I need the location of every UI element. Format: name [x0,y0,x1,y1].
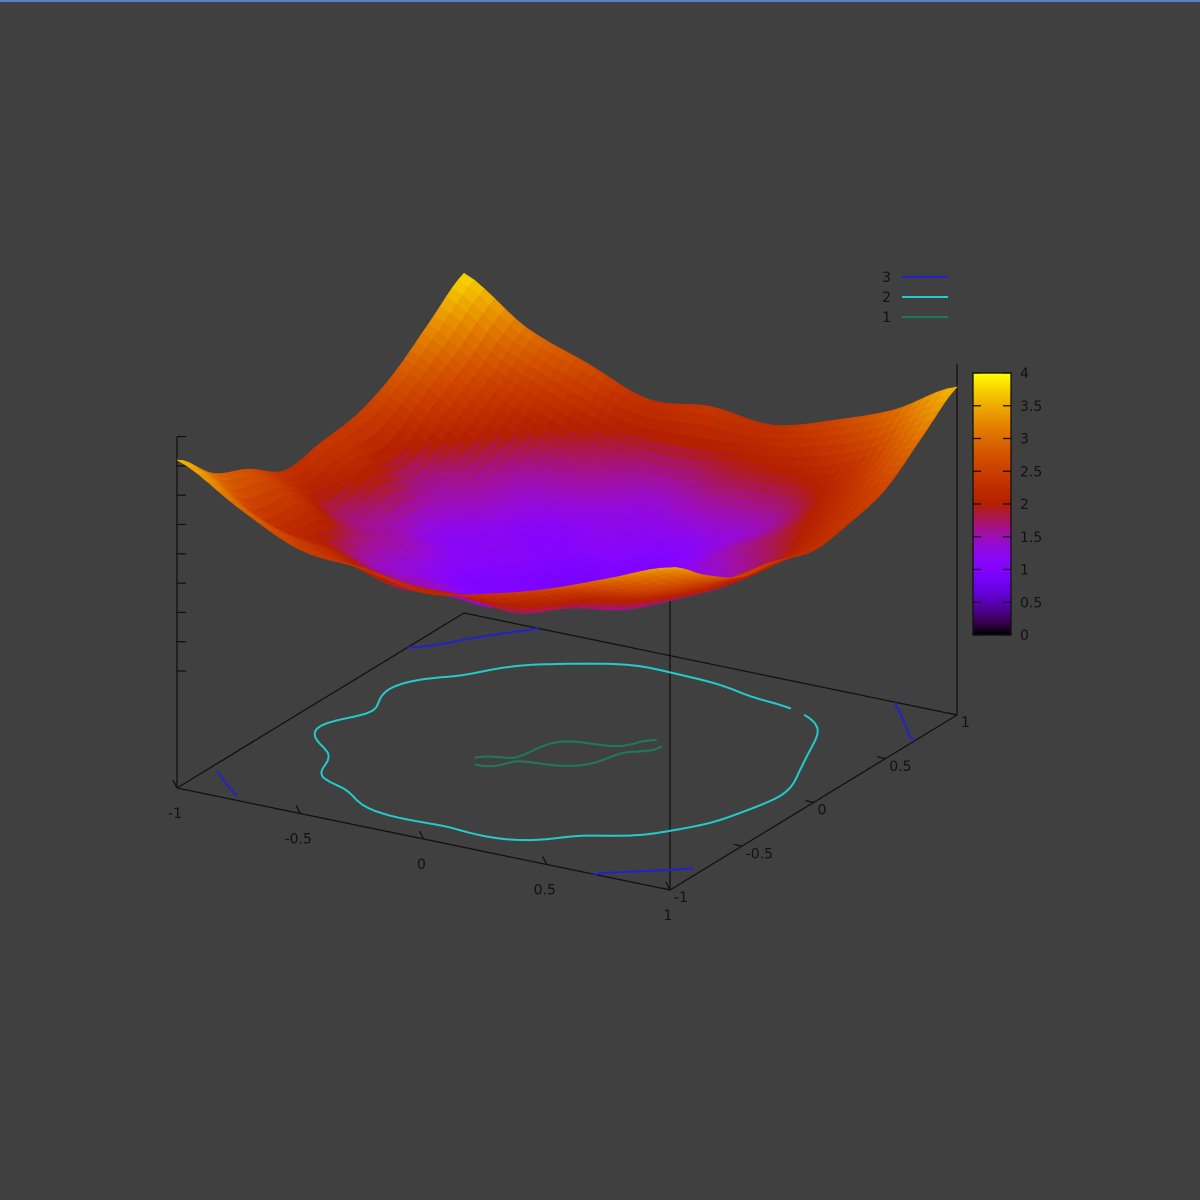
base-back-left-edge [176,612,465,789]
x-tick-label: -1 [168,806,182,822]
legend-label: 1 [882,310,891,326]
y-tick-label: -0.5 [746,846,773,862]
y-tick-mark [805,799,814,804]
colorbar-tick-label: 2.5 [1020,464,1042,480]
legend-label: 3 [882,270,891,286]
y-tick-mark [733,843,742,847]
colorbar-tick-label: 0.5 [1020,595,1042,611]
base-contours [216,627,915,876]
y-tick-label: -1 [674,890,688,906]
contour-level-1 [474,739,663,768]
x-tick-label: 1 [664,908,673,924]
legend: 3 2 1 [882,270,948,326]
surface [176,272,958,614]
contour-level-2 [313,662,819,842]
surface-plot: -1-0.500.51-1-0.500.51 00.511.522.533.54… [168,270,1042,924]
x-tick-label: -0.5 [285,832,312,848]
legend-label: 2 [882,290,891,306]
colorbar-tick-label: 3.5 [1020,399,1042,415]
colorbar-tick-label: 3 [1020,432,1029,448]
x-tick-label: 0 [417,857,426,873]
colorbar-tick-label: 4 [1020,366,1029,382]
y-tick-label: 0.5 [889,759,911,775]
tick-labels: -1-0.500.51-1-0.500.51 [168,715,970,924]
y-tick-label: 0 [818,803,827,819]
colorbar-tick-label: 1 [1020,563,1029,579]
x-tick-label: 0.5 [534,883,556,899]
colorbar-tick-label: 1.5 [1020,530,1042,546]
colorbar: 0 0.5 1 1.5 2 2.5 3 3.5 4 [972,366,1042,644]
colorbar-tick-label: 2 [1020,497,1029,513]
colorbar-tick-label: 0 [1020,628,1029,644]
y-tick-label: 1 [961,715,970,731]
y-tick-mark [877,756,886,760]
